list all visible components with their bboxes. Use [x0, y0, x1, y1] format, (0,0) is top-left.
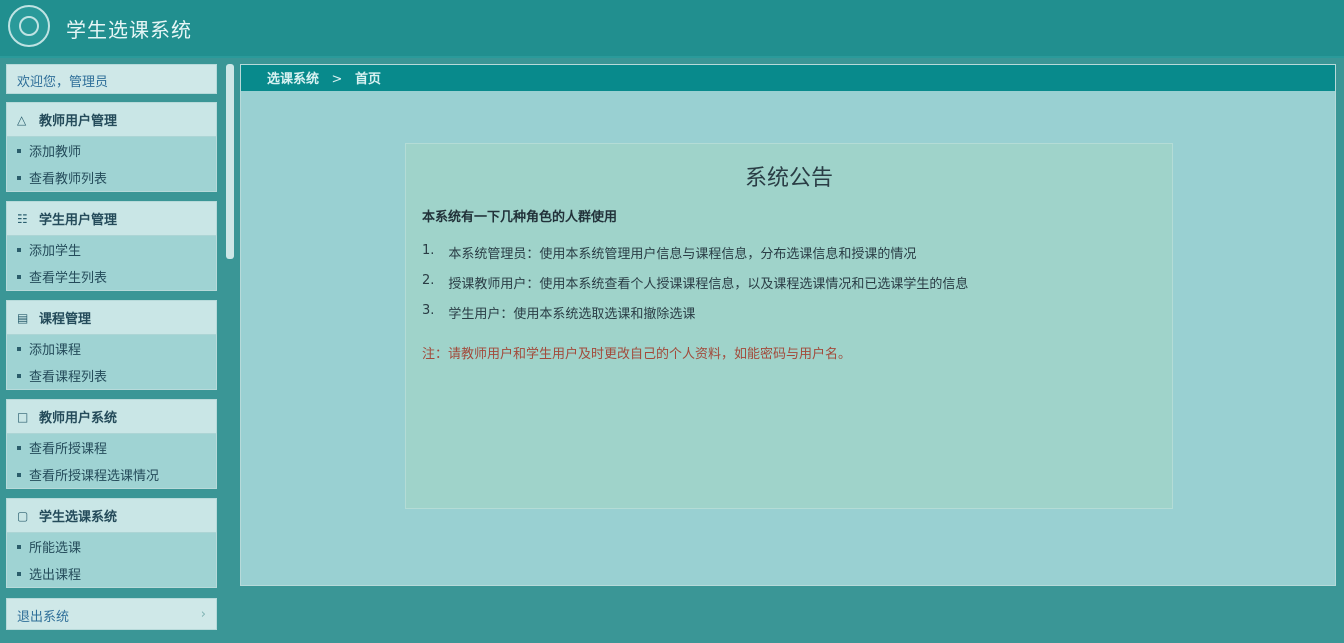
menu-item-taught-course-selection[interactable]: 查看所授课程选课情况 — [7, 461, 216, 488]
bullet-icon — [17, 544, 21, 549]
app-title: 学生选课系统 — [66, 18, 192, 42]
book-icon: ▤ — [17, 310, 29, 325]
main-panel: 选课系统 > 首页 系统公告 本系统有一下几种角色的人群使用 1. 本系统管理员… — [240, 64, 1336, 586]
menu-group-header[interactable]: ▤ 课程管理 — [7, 301, 216, 335]
top-header: 学生选课系统 — [0, 0, 1344, 58]
menu-item-student-list[interactable]: 查看学生列表 — [7, 263, 216, 290]
list-number: 1. — [422, 243, 435, 258]
menu-item-label: 查看课程列表 — [29, 370, 108, 385]
menu-group-header[interactable]: △ 教师用户管理 — [7, 103, 216, 137]
bullet-icon — [17, 472, 21, 477]
breadcrumb: 选课系统 > 首页 — [241, 65, 1335, 91]
menu-group-title: 学生选课系统 — [39, 510, 118, 525]
menu-group-student-management: ☷ 学生用户管理 添加学生 查看学生列表 — [6, 201, 217, 291]
chat-icon: ▢ — [17, 508, 29, 523]
menu-group-title: 教师用户系统 — [39, 411, 118, 426]
list-item-text: 学生用户：使用本系统选取选课和撤除选课 — [448, 307, 696, 322]
bullet-icon — [17, 247, 21, 252]
app-logo — [8, 5, 50, 47]
list-number: 2. — [422, 273, 435, 288]
menu-item-label: 选出课程 — [29, 568, 82, 583]
notice-note: 注：请教师用户和学生用户及时更改自己的个人资料，如能密码与用户名。 — [422, 347, 852, 362]
list-item-text: 授课教师用户：使用本系统查看个人授课课程信息，以及课程选课情况和已选课学生的信息 — [448, 277, 969, 292]
menu-item-label: 查看教师列表 — [29, 172, 108, 187]
menu-item-course-list[interactable]: 查看课程列表 — [7, 362, 216, 389]
students-icon: ☷ — [17, 211, 28, 226]
menu-item-available-courses[interactable]: 所能选课 — [7, 533, 216, 560]
sidebar-scrollbar[interactable] — [226, 64, 234, 259]
list-item: 3. 学生用户：使用本系统选取选课和撤除选课 — [422, 303, 1156, 333]
menu-item-add-course[interactable]: 添加课程 — [7, 335, 216, 362]
menu-item-label: 查看所授课程选课情况 — [29, 469, 160, 484]
menu-item-label: 添加学生 — [29, 244, 82, 259]
menu-item-add-student[interactable]: 添加学生 — [7, 236, 216, 263]
menu-group-header[interactable]: ▢ 学生选课系统 — [7, 499, 216, 533]
notice-box: 系统公告 本系统有一下几种角色的人群使用 1. 本系统管理员：使用本系统管理用户… — [405, 143, 1173, 509]
menu-group-title: 学生用户管理 — [39, 213, 118, 228]
bullet-icon — [17, 274, 21, 279]
breadcrumb-item-system[interactable]: 选课系统 — [267, 72, 319, 87]
menu-item-teacher-list[interactable]: 查看教师列表 — [7, 164, 216, 191]
menu-item-taught-courses[interactable]: 查看所授课程 — [7, 434, 216, 461]
welcome-text: 欢迎您，管理员 — [6, 64, 217, 94]
user-icon: △ — [17, 112, 27, 127]
menu-group-teacher-management: △ 教师用户管理 添加教师 查看教师列表 — [6, 102, 217, 192]
bullet-icon — [17, 445, 21, 450]
calendar-icon: □ — [17, 409, 29, 424]
logout-label: 退出系统 — [17, 610, 70, 625]
notice-list: 1. 本系统管理员：使用本系统管理用户信息与课程信息，分布选课信息和授课的情况 … — [422, 243, 1156, 333]
bullet-icon — [17, 571, 21, 576]
menu-item-label: 查看学生列表 — [29, 271, 108, 286]
bullet-icon — [17, 148, 21, 153]
menu-item-add-teacher[interactable]: 添加教师 — [7, 137, 216, 164]
menu-item-label: 查看所授课程 — [29, 442, 108, 457]
menu-item-selected-courses[interactable]: 选出课程 — [7, 560, 216, 587]
menu-group-header[interactable]: □ 教师用户系统 — [7, 400, 216, 434]
menu-group-student-system: ▢ 学生选课系统 所能选课 选出课程 — [6, 498, 217, 588]
menu-group-title: 课程管理 — [39, 312, 92, 327]
bullet-icon — [17, 346, 21, 351]
list-item: 1. 本系统管理员：使用本系统管理用户信息与课程信息，分布选课信息和授课的情况 — [422, 243, 1156, 273]
list-number: 3. — [422, 303, 435, 318]
menu-group-course-management: ▤ 课程管理 添加课程 查看课程列表 — [6, 300, 217, 390]
menu-group-header[interactable]: ☷ 学生用户管理 — [7, 202, 216, 236]
chevron-right-icon: › — [200, 607, 206, 622]
bullet-icon — [17, 175, 21, 180]
list-item: 2. 授课教师用户：使用本系统查看个人授课课程信息，以及课程选课情况和已选课学生… — [422, 273, 1156, 303]
notice-intro: 本系统有一下几种角色的人群使用 — [422, 210, 618, 225]
logout-button[interactable]: 退出系统 › — [6, 598, 217, 630]
menu-item-label: 添加教师 — [29, 145, 82, 160]
menu-item-label: 添加课程 — [29, 343, 82, 358]
breadcrumb-item-home[interactable]: 首页 — [355, 72, 381, 87]
menu-item-label: 所能选课 — [29, 541, 82, 556]
breadcrumb-separator-icon: > — [331, 72, 343, 87]
notice-title: 系统公告 — [744, 166, 833, 191]
logo-face-icon — [19, 16, 39, 36]
menu-group-title: 教师用户管理 — [39, 114, 118, 129]
bullet-icon — [17, 373, 21, 378]
menu-group-teacher-system: □ 教师用户系统 查看所授课程 查看所授课程选课情况 — [6, 399, 217, 489]
list-item-text: 本系统管理员：使用本系统管理用户信息与课程信息，分布选课信息和授课的情况 — [448, 247, 917, 262]
